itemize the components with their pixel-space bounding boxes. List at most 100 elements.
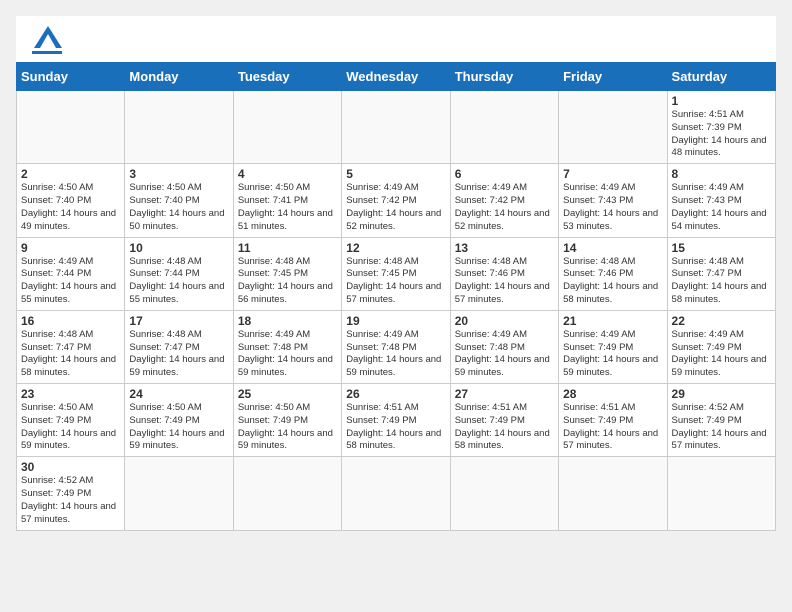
day-number: 16 — [21, 314, 120, 328]
day-number: 27 — [455, 387, 554, 401]
day-info: Sunrise: 4:49 AM Sunset: 7:49 PM Dayligh… — [672, 329, 771, 380]
day-number: 2 — [21, 167, 120, 181]
day-number: 11 — [238, 241, 337, 255]
week-row-4: 16Sunrise: 4:48 AM Sunset: 7:47 PM Dayli… — [17, 310, 776, 383]
day-number: 28 — [563, 387, 662, 401]
calendar-cell: 24Sunrise: 4:50 AM Sunset: 7:49 PM Dayli… — [125, 384, 233, 457]
day-info: Sunrise: 4:49 AM Sunset: 7:49 PM Dayligh… — [563, 329, 662, 380]
day-info: Sunrise: 4:49 AM Sunset: 7:48 PM Dayligh… — [238, 329, 337, 380]
weekday-header-tuesday: Tuesday — [233, 63, 341, 91]
calendar-cell: 19Sunrise: 4:49 AM Sunset: 7:48 PM Dayli… — [342, 310, 450, 383]
day-info: Sunrise: 4:50 AM Sunset: 7:49 PM Dayligh… — [21, 402, 120, 453]
calendar-cell: 3Sunrise: 4:50 AM Sunset: 7:40 PM Daylig… — [125, 164, 233, 237]
day-number: 8 — [672, 167, 771, 181]
day-number: 14 — [563, 241, 662, 255]
week-row-3: 9Sunrise: 4:49 AM Sunset: 7:44 PM Daylig… — [17, 237, 776, 310]
weekday-header-sunday: Sunday — [17, 63, 125, 91]
day-number: 4 — [238, 167, 337, 181]
day-info: Sunrise: 4:49 AM Sunset: 7:48 PM Dayligh… — [455, 329, 554, 380]
day-info: Sunrise: 4:49 AM Sunset: 7:48 PM Dayligh… — [346, 329, 445, 380]
calendar-cell: 17Sunrise: 4:48 AM Sunset: 7:47 PM Dayli… — [125, 310, 233, 383]
week-row-5: 23Sunrise: 4:50 AM Sunset: 7:49 PM Dayli… — [17, 384, 776, 457]
weekday-header-friday: Friday — [559, 63, 667, 91]
logo-underline — [32, 51, 62, 54]
calendar-cell — [233, 457, 341, 530]
day-number: 26 — [346, 387, 445, 401]
day-number: 22 — [672, 314, 771, 328]
week-row-1: 1Sunrise: 4:51 AM Sunset: 7:39 PM Daylig… — [17, 91, 776, 164]
calendar-cell: 6Sunrise: 4:49 AM Sunset: 7:42 PM Daylig… — [450, 164, 558, 237]
calendar-cell — [342, 457, 450, 530]
weekday-header-wednesday: Wednesday — [342, 63, 450, 91]
logo-text — [32, 28, 62, 50]
calendar-cell: 16Sunrise: 4:48 AM Sunset: 7:47 PM Dayli… — [17, 310, 125, 383]
day-info: Sunrise: 4:48 AM Sunset: 7:47 PM Dayligh… — [21, 329, 120, 380]
day-number: 18 — [238, 314, 337, 328]
day-number: 12 — [346, 241, 445, 255]
calendar-cell: 1Sunrise: 4:51 AM Sunset: 7:39 PM Daylig… — [667, 91, 775, 164]
weekday-header-saturday: Saturday — [667, 63, 775, 91]
weekday-row: SundayMondayTuesdayWednesdayThursdayFrid… — [17, 63, 776, 91]
calendar-cell — [667, 457, 775, 530]
calendar-cell: 2Sunrise: 4:50 AM Sunset: 7:40 PM Daylig… — [17, 164, 125, 237]
day-info: Sunrise: 4:48 AM Sunset: 7:46 PM Dayligh… — [455, 256, 554, 307]
day-info: Sunrise: 4:51 AM Sunset: 7:49 PM Dayligh… — [455, 402, 554, 453]
day-info: Sunrise: 4:50 AM Sunset: 7:40 PM Dayligh… — [21, 182, 120, 233]
calendar-cell: 15Sunrise: 4:48 AM Sunset: 7:47 PM Dayli… — [667, 237, 775, 310]
calendar-cell: 30Sunrise: 4:52 AM Sunset: 7:49 PM Dayli… — [17, 457, 125, 530]
calendar-cell — [559, 91, 667, 164]
week-row-2: 2Sunrise: 4:50 AM Sunset: 7:40 PM Daylig… — [17, 164, 776, 237]
calendar-cell: 28Sunrise: 4:51 AM Sunset: 7:49 PM Dayli… — [559, 384, 667, 457]
day-number: 29 — [672, 387, 771, 401]
calendar-cell — [233, 91, 341, 164]
day-number: 15 — [672, 241, 771, 255]
logo-icon — [34, 26, 62, 48]
calendar-cell: 22Sunrise: 4:49 AM Sunset: 7:49 PM Dayli… — [667, 310, 775, 383]
day-info: Sunrise: 4:50 AM Sunset: 7:49 PM Dayligh… — [238, 402, 337, 453]
calendar-table: SundayMondayTuesdayWednesdayThursdayFrid… — [16, 62, 776, 531]
calendar-cell — [450, 91, 558, 164]
day-info: Sunrise: 4:51 AM Sunset: 7:49 PM Dayligh… — [563, 402, 662, 453]
day-info: Sunrise: 4:49 AM Sunset: 7:42 PM Dayligh… — [346, 182, 445, 233]
calendar-cell — [125, 457, 233, 530]
day-info: Sunrise: 4:50 AM Sunset: 7:41 PM Dayligh… — [238, 182, 337, 233]
day-info: Sunrise: 4:48 AM Sunset: 7:47 PM Dayligh… — [129, 329, 228, 380]
calendar-header: SundayMondayTuesdayWednesdayThursdayFrid… — [17, 63, 776, 91]
day-info: Sunrise: 4:50 AM Sunset: 7:40 PM Dayligh… — [129, 182, 228, 233]
calendar-body: 1Sunrise: 4:51 AM Sunset: 7:39 PM Daylig… — [17, 91, 776, 531]
calendar-cell: 9Sunrise: 4:49 AM Sunset: 7:44 PM Daylig… — [17, 237, 125, 310]
calendar-cell — [450, 457, 558, 530]
day-info: Sunrise: 4:48 AM Sunset: 7:44 PM Dayligh… — [129, 256, 228, 307]
day-number: 20 — [455, 314, 554, 328]
day-number: 30 — [21, 460, 120, 474]
calendar-cell: 4Sunrise: 4:50 AM Sunset: 7:41 PM Daylig… — [233, 164, 341, 237]
calendar-cell: 10Sunrise: 4:48 AM Sunset: 7:44 PM Dayli… — [125, 237, 233, 310]
calendar-cell: 20Sunrise: 4:49 AM Sunset: 7:48 PM Dayli… — [450, 310, 558, 383]
day-number: 17 — [129, 314, 228, 328]
day-info: Sunrise: 4:48 AM Sunset: 7:45 PM Dayligh… — [346, 256, 445, 307]
day-info: Sunrise: 4:49 AM Sunset: 7:42 PM Dayligh… — [455, 182, 554, 233]
day-number: 19 — [346, 314, 445, 328]
calendar-cell — [342, 91, 450, 164]
calendar-cell: 18Sunrise: 4:49 AM Sunset: 7:48 PM Dayli… — [233, 310, 341, 383]
day-info: Sunrise: 4:52 AM Sunset: 7:49 PM Dayligh… — [672, 402, 771, 453]
day-info: Sunrise: 4:48 AM Sunset: 7:46 PM Dayligh… — [563, 256, 662, 307]
day-number: 10 — [129, 241, 228, 255]
day-number: 25 — [238, 387, 337, 401]
weekday-header-thursday: Thursday — [450, 63, 558, 91]
calendar-cell: 11Sunrise: 4:48 AM Sunset: 7:45 PM Dayli… — [233, 237, 341, 310]
calendar-cell: 12Sunrise: 4:48 AM Sunset: 7:45 PM Dayli… — [342, 237, 450, 310]
calendar-cell: 26Sunrise: 4:51 AM Sunset: 7:49 PM Dayli… — [342, 384, 450, 457]
calendar-cell: 21Sunrise: 4:49 AM Sunset: 7:49 PM Dayli… — [559, 310, 667, 383]
calendar-cell: 29Sunrise: 4:52 AM Sunset: 7:49 PM Dayli… — [667, 384, 775, 457]
calendar-cell: 14Sunrise: 4:48 AM Sunset: 7:46 PM Dayli… — [559, 237, 667, 310]
day-number: 13 — [455, 241, 554, 255]
day-number: 21 — [563, 314, 662, 328]
logo — [32, 28, 62, 54]
calendar-cell — [559, 457, 667, 530]
day-info: Sunrise: 4:52 AM Sunset: 7:49 PM Dayligh… — [21, 475, 120, 526]
calendar-cell — [125, 91, 233, 164]
day-number: 23 — [21, 387, 120, 401]
day-info: Sunrise: 4:51 AM Sunset: 7:49 PM Dayligh… — [346, 402, 445, 453]
day-number: 1 — [672, 94, 771, 108]
